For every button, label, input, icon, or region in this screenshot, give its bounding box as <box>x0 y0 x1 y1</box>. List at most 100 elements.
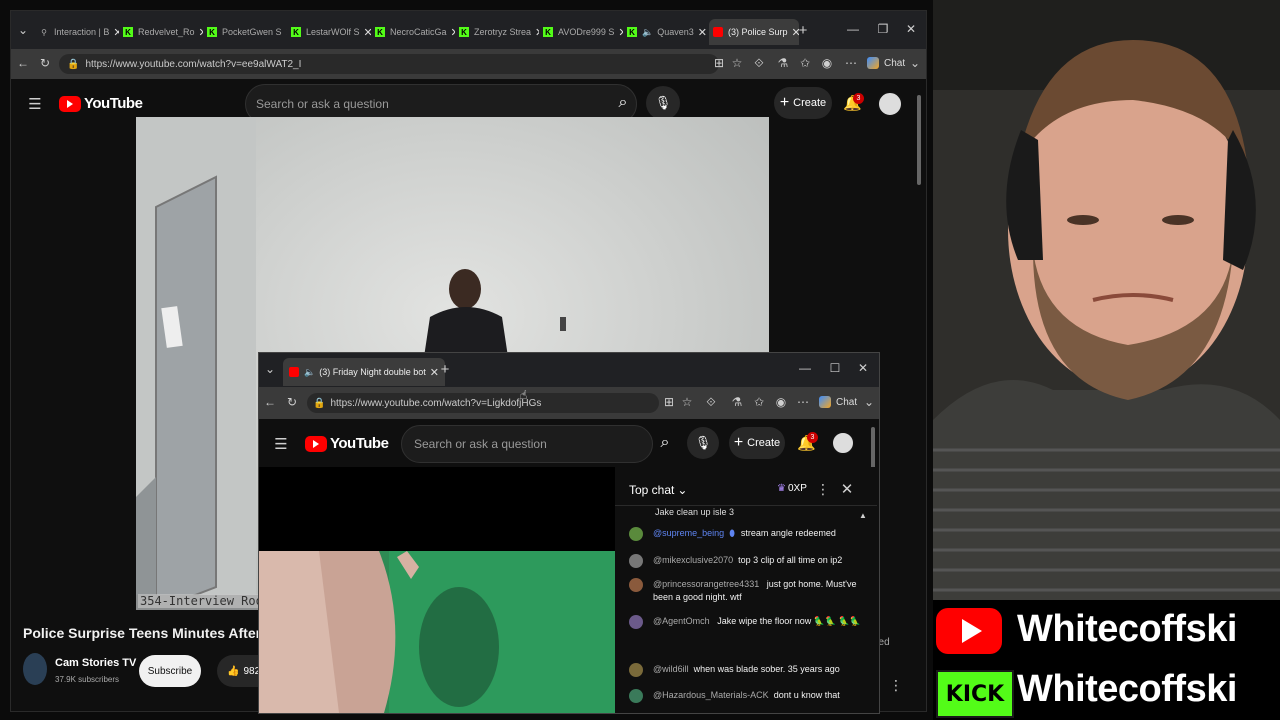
menu-icon[interactable]: ☰ <box>273 435 289 453</box>
subscriber-count: 37.9K subscribers <box>55 675 120 684</box>
tab-active[interactable]: 🔈 (3) Friday Night double bottle ✕ <box>283 358 445 386</box>
minimize-icon[interactable]: — <box>797 361 813 375</box>
reader-icon[interactable]: ⊞ <box>711 56 727 70</box>
search-input[interactable]: Search or ask a question <box>401 425 653 463</box>
close-chat-icon[interactable]: ✕ <box>839 480 855 498</box>
speaker-icon[interactable]: 🔈 <box>642 27 653 38</box>
avatar[interactable] <box>831 431 855 455</box>
scroll-up-icon[interactable]: ▲ <box>855 511 871 520</box>
chat-username[interactable]: @princessorangetree4331 <box>653 579 759 589</box>
microphone-icon[interactable]: 🎙 <box>687 427 719 459</box>
avatar[interactable] <box>877 91 903 117</box>
more-vertical-icon[interactable]: ⋮ <box>888 677 904 694</box>
chat-username[interactable]: @Hazardous_Materials-ACK <box>653 689 769 703</box>
back-icon[interactable]: ← <box>15 56 31 70</box>
tab-2[interactable]: K PocketGwen S ✕ <box>207 19 287 45</box>
chat-avatar[interactable] <box>629 554 643 568</box>
search-icon[interactable]: ⌕ <box>651 429 679 457</box>
youtube-logo[interactable]: YouTube <box>59 95 143 112</box>
chevron-down-icon[interactable]: ⌄ <box>907 56 923 70</box>
tab-8-active[interactable]: (3) Police Surp ✕ <box>709 19 799 45</box>
close-window-icon[interactable]: ✕ <box>855 361 871 375</box>
kick-logo-icon: KICK <box>936 670 1014 718</box>
search-placeholder: Search or ask a question <box>256 97 389 111</box>
extension-icon[interactable]: ⟐ <box>703 395 719 410</box>
reload-icon[interactable]: ↻ <box>284 395 300 409</box>
more-icon[interactable]: ⋯ <box>843 56 859 70</box>
chat-message-partial: Jake clean up isle 3 <box>655 507 735 517</box>
tab-label: (3) Friday Night double bottle <box>319 367 426 377</box>
scrollbar[interactable] <box>917 95 921 185</box>
video-player-2[interactable] <box>259 467 615 713</box>
chat-avatar[interactable] <box>629 689 643 703</box>
close-icon[interactable]: ✕ <box>109 26 119 39</box>
close-icon[interactable]: ✕ <box>447 26 455 39</box>
subscribe-button[interactable]: Subscribe <box>139 655 201 687</box>
sync-icon[interactable]: ⚗ <box>775 56 791 70</box>
speaker-icon[interactable]: 🔈 <box>304 367 315 378</box>
create-button[interactable]: + Create <box>729 427 785 459</box>
favorites-icon[interactable]: ✩ <box>797 56 813 70</box>
tab-4[interactable]: K NecroCaticGa ✕ <box>375 19 455 45</box>
tab-label: PocketGwen S <box>222 27 282 37</box>
channel-name[interactable]: Cam Stories TV <box>55 657 136 669</box>
search-icon[interactable]: ⌕ <box>608 88 638 118</box>
youtube-play-icon <box>59 95 81 112</box>
chat-username[interactable]: @mikexclusive2070 <box>653 554 733 568</box>
tab-6[interactable]: K AVODre999 S ✕ <box>543 19 623 45</box>
profile-icon[interactable]: ◉ <box>819 56 835 70</box>
points-button[interactable]: ♛ 0XP <box>777 483 807 494</box>
favorite-star-icon[interactable]: ☆ <box>729 56 745 70</box>
favorites-icon[interactable]: ✩ <box>751 395 767 409</box>
chat-avatar[interactable] <box>629 578 643 592</box>
back-icon[interactable]: ← <box>262 395 278 409</box>
close-window-icon[interactable]: ✕ <box>903 22 919 36</box>
tab-list-chevron-icon[interactable]: ⌄ <box>15 23 31 37</box>
tab-1[interactable]: K Redvelvet_Ro ✕ <box>123 19 203 45</box>
favorite-star-icon[interactable]: ☆ <box>679 395 695 409</box>
channel-avatar[interactable] <box>23 653 47 685</box>
chat-avatar[interactable] <box>629 663 643 677</box>
tab-5[interactable]: K Zerotryz Strea ✕ <box>459 19 539 45</box>
url-field[interactable]: 🔒 https://www.youtube.com/watch?v=ee9alW… <box>59 54 719 74</box>
copilot-chat-button[interactable]: Chat <box>819 396 857 408</box>
top-chat-dropdown[interactable]: Top chat ⌄ <box>629 483 687 497</box>
profile-icon[interactable]: ◉ <box>773 395 789 409</box>
url-field[interactable]: 🔒 https://www.youtube.com/watch?v=Ligkdo… <box>307 393 659 413</box>
close-icon[interactable]: ✕ <box>614 26 623 39</box>
sync-icon[interactable]: ⚗ <box>729 395 745 409</box>
close-icon[interactable]: ✕ <box>282 26 287 39</box>
close-icon[interactable]: ✕ <box>531 26 539 39</box>
close-icon[interactable]: ✕ <box>195 26 203 39</box>
tab-list-chevron-icon[interactable]: ⌄ <box>262 362 278 376</box>
youtube-logo[interactable]: YouTube <box>305 435 389 452</box>
maximize-icon[interactable]: ☐ <box>827 361 843 375</box>
chat-username[interactable]: @AgentOmch <box>653 616 710 626</box>
close-icon[interactable]: ✕ <box>360 26 371 39</box>
tab-0[interactable]: ⚲ Interaction | B ✕ <box>39 19 119 45</box>
new-tab-icon[interactable]: + <box>795 22 811 39</box>
kick-icon: K <box>459 27 469 37</box>
tab-3[interactable]: K LestarWOlf S ✕ <box>291 19 371 45</box>
more-icon[interactable]: ⋯ <box>795 395 811 409</box>
reader-icon[interactable]: ⊞ <box>661 395 677 409</box>
menu-icon[interactable]: ☰ <box>27 95 43 113</box>
divider <box>615 505 877 506</box>
microphone-icon[interactable]: 🎙 <box>646 86 680 120</box>
chat-username[interactable]: @supreme_being <box>653 527 724 541</box>
create-button[interactable]: + Create <box>774 87 832 119</box>
close-icon[interactable]: ✕ <box>694 26 707 39</box>
create-label: Create <box>747 437 781 449</box>
new-tab-icon[interactable]: + <box>437 361 453 378</box>
tab-7[interactable]: K 🔈 Quaven3 ✕ <box>627 19 707 45</box>
copilot-chat-button[interactable]: Chat <box>867 57 905 69</box>
restore-icon[interactable]: ❐ <box>875 22 891 36</box>
minimize-icon[interactable]: — <box>845 22 861 36</box>
chat-avatar[interactable] <box>629 615 643 629</box>
chevron-down-icon[interactable]: ⌄ <box>861 395 877 409</box>
chat-username[interactable]: @wild6ill <box>653 663 689 677</box>
reload-icon[interactable]: ↻ <box>37 56 53 70</box>
more-vertical-icon[interactable]: ⋮ <box>815 481 831 498</box>
chat-avatar[interactable] <box>629 527 643 541</box>
extension-icon[interactable]: ⟐ <box>751 56 767 71</box>
